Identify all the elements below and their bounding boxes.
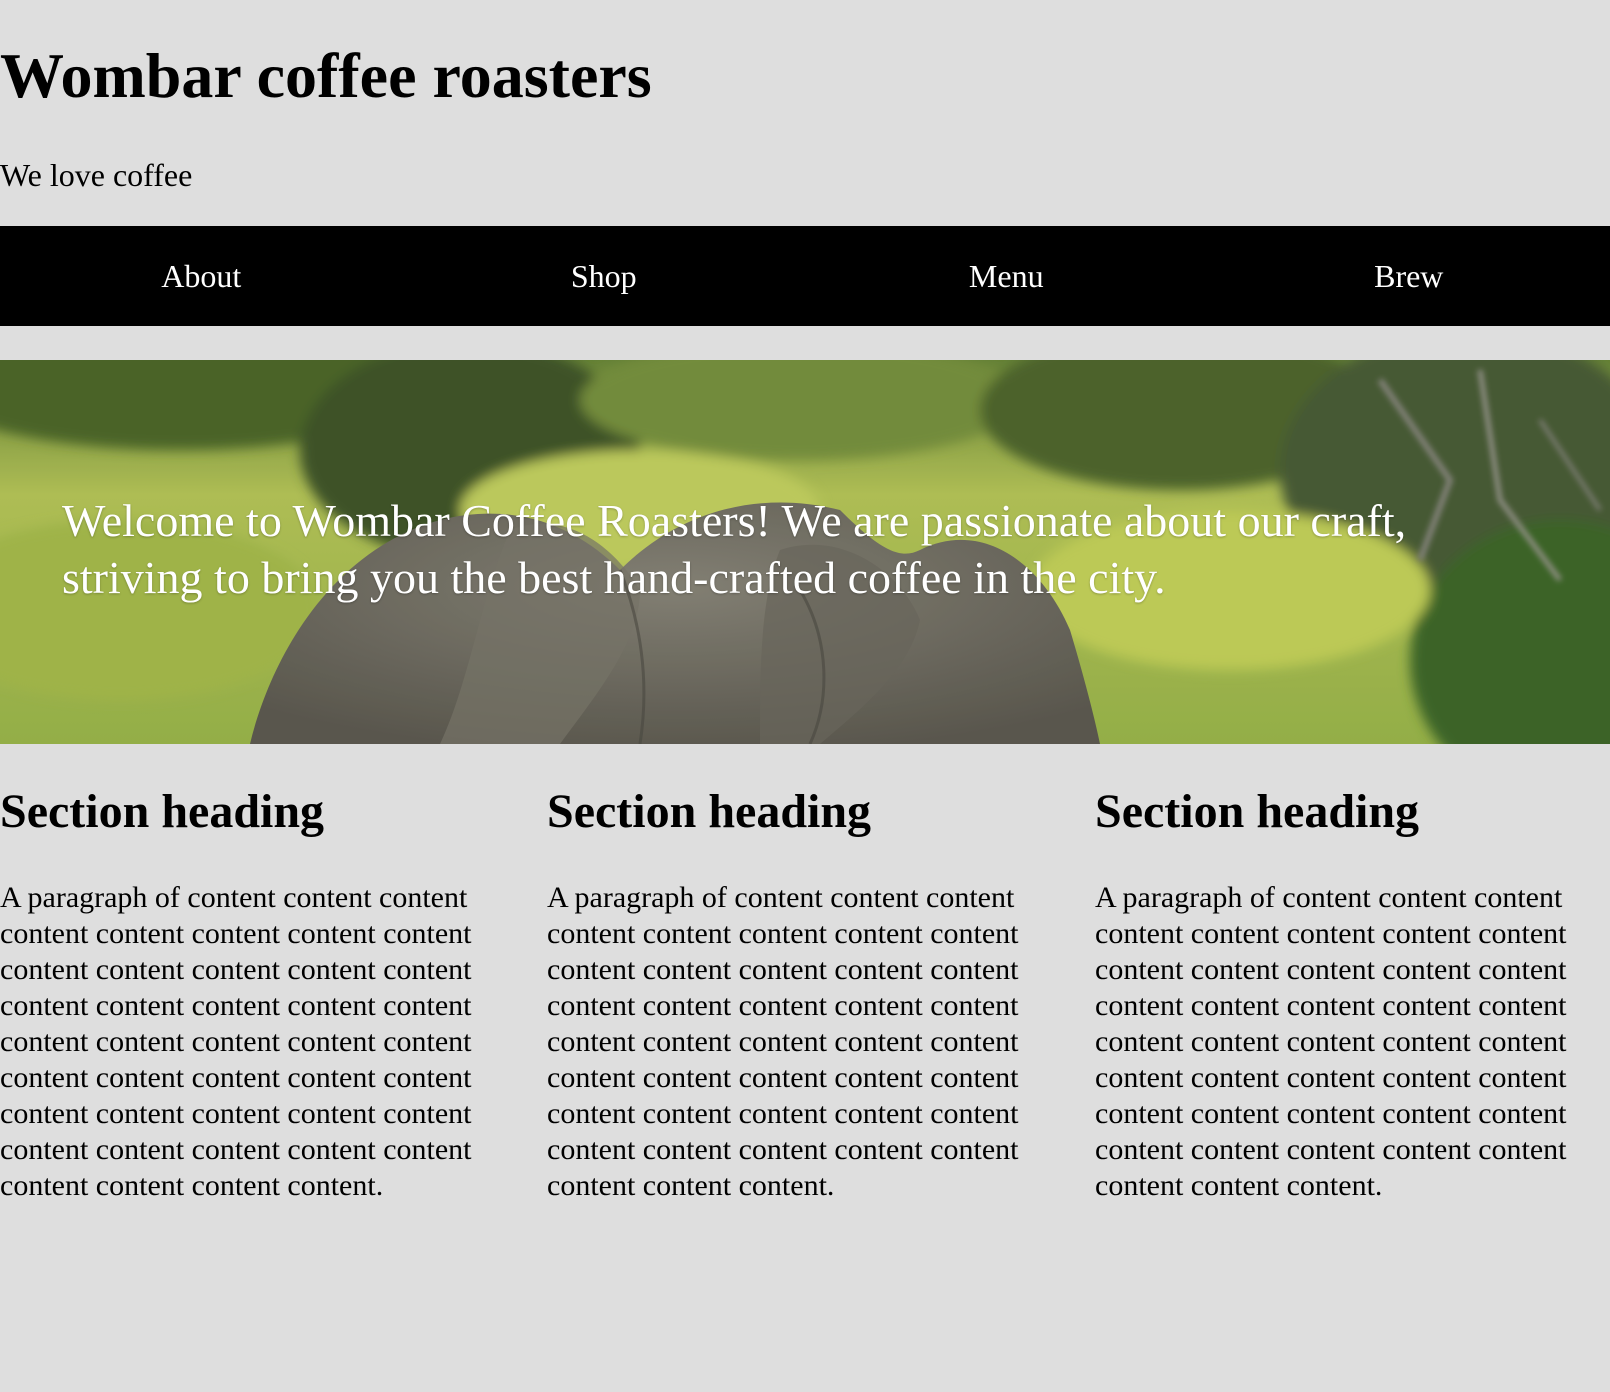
main-nav: About Shop Menu Brew [0,226,1610,326]
section-heading: Section heading [547,785,872,838]
content-section-3: Section heading A paragraph of content c… [1095,780,1605,1202]
section-paragraph: A paragraph of content content content c… [1095,881,1567,1202]
nav-link-menu[interactable]: Menu [805,226,1208,326]
nav-link-about[interactable]: About [0,226,403,326]
content-section-2: Section heading A paragraph of content c… [547,780,1057,1202]
content-section-1: Section heading A paragraph of content c… [0,780,510,1202]
hero-welcome-text: Welcome to Wombar Coffee Roasters! We ar… [62,495,1407,603]
nav-link-brew[interactable]: Brew [1208,226,1610,326]
tagline: We love coffee [0,157,193,193]
hero-banner: Welcome to Wombar Coffee Roasters! We ar… [0,360,1610,744]
nav-link-shop[interactable]: Shop [403,226,806,326]
section-paragraph: A paragraph of content content content c… [547,881,1019,1202]
site-title: Wombar coffee roasters [0,40,652,111]
section-paragraph: A paragraph of content content content c… [0,881,472,1202]
section-heading: Section heading [1095,785,1420,838]
section-heading: Section heading [0,785,325,838]
